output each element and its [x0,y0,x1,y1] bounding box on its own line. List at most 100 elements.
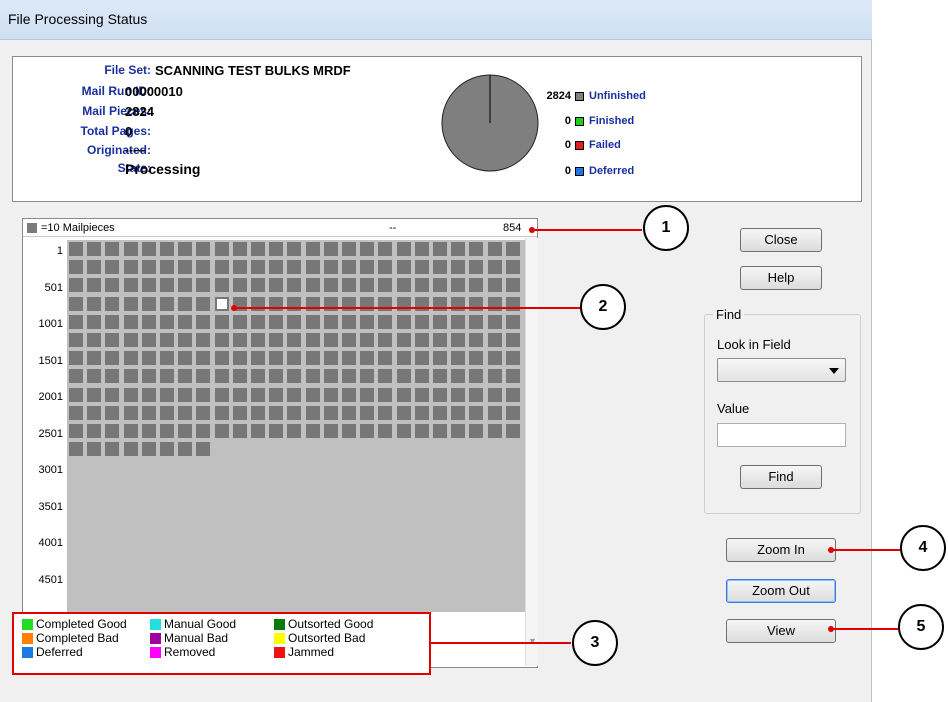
grid-cell[interactable] [69,333,83,347]
grid-cell[interactable] [269,369,284,384]
grid-cell[interactable] [487,260,502,275]
grid-cell[interactable] [469,314,484,329]
grid-cell[interactable] [141,351,156,366]
grid-cell[interactable] [505,333,520,347]
grid-cell[interactable] [505,387,520,402]
grid-cell[interactable] [414,314,429,329]
grid-cell[interactable] [396,405,411,420]
grid-cell[interactable] [105,242,120,256]
grid-cell[interactable] [123,278,138,293]
grid-cell[interactable] [141,424,156,438]
grid-cell[interactable] [469,278,484,293]
grid-cell[interactable] [87,260,102,275]
grid-cell[interactable] [214,278,229,293]
grid-cell[interactable] [487,314,502,329]
grid-cell[interactable] [305,351,320,366]
grid-cell[interactable] [214,314,229,329]
grid-cell[interactable] [232,314,247,329]
grid-cell[interactable] [342,387,356,402]
grid-cell[interactable] [396,424,411,438]
grid-cell[interactable] [105,333,120,347]
grid-cell[interactable] [487,405,502,420]
grid-cell[interactable] [69,369,83,384]
grid-cell[interactable] [160,387,174,402]
grid-cell[interactable] [123,314,138,329]
grid-cell[interactable] [196,278,211,293]
scroll-down-icon[interactable]: ▼ [528,636,537,646]
grid-cell[interactable] [178,260,193,275]
grid-cell[interactable] [123,369,138,384]
grid-cell[interactable] [451,278,466,293]
grid-cell[interactable] [214,260,229,275]
grid-cell[interactable] [323,369,338,384]
grid-cell[interactable] [141,242,156,256]
grid-cell[interactable] [251,242,265,256]
grid-cell[interactable] [160,333,174,347]
grid-cell[interactable] [178,442,193,457]
grid-cell[interactable] [360,333,375,347]
grid-cell[interactable] [196,333,211,347]
view-button[interactable]: View [726,619,836,643]
grid-cell[interactable] [141,369,156,384]
grid-cell[interactable] [123,260,138,275]
grid-cell[interactable] [160,242,174,256]
grid-cell[interactable] [178,314,193,329]
grid-cell[interactable] [505,424,520,438]
grid-cell[interactable] [251,405,265,420]
grid-cell[interactable] [414,333,429,347]
grid-cell[interactable] [123,296,138,311]
grid-cell[interactable] [287,260,302,275]
grid-cell[interactable] [196,296,211,311]
grid-cell[interactable] [378,387,393,402]
grid-cell[interactable] [123,387,138,402]
grid-cell[interactable] [414,369,429,384]
grid-cell[interactable] [396,260,411,275]
grid-cell[interactable] [269,260,284,275]
grid-cell[interactable] [360,278,375,293]
grid-cell[interactable] [378,369,393,384]
grid-cell[interactable] [232,387,247,402]
grid-cell[interactable] [414,242,429,256]
grid-cell[interactable] [269,424,284,438]
grid-cell[interactable] [232,260,247,275]
grid-cell[interactable] [433,369,447,384]
grid-cell[interactable] [269,351,284,366]
grid-cell[interactable] [178,278,193,293]
grid-cell[interactable] [87,333,102,347]
grid-cell[interactable] [487,333,502,347]
grid-cell[interactable] [196,405,211,420]
grid-cell[interactable] [123,333,138,347]
grid-cell[interactable] [396,314,411,329]
grid-cell[interactable] [87,278,102,293]
grid-scrollbar[interactable]: ▼ [525,238,538,666]
help-button[interactable]: Help [740,266,822,290]
grid-cell[interactable] [105,351,120,366]
grid-cell[interactable] [505,405,520,420]
grid-cell[interactable] [505,242,520,256]
grid-cell[interactable] [360,351,375,366]
grid-cell[interactable] [105,442,120,457]
grid-cell[interactable] [305,405,320,420]
grid-cell[interactable] [469,260,484,275]
grid-cell[interactable] [105,424,120,438]
grid-cell[interactable] [269,333,284,347]
grid-cell[interactable] [360,242,375,256]
grid-cell[interactable] [451,369,466,384]
grid-cell[interactable] [305,278,320,293]
grid-cell[interactable] [323,333,338,347]
grid-cell[interactable] [105,405,120,420]
grid-cell[interactable] [87,351,102,366]
grid-cell[interactable] [196,314,211,329]
grid-cell[interactable] [178,351,193,366]
find-button[interactable]: Find [740,465,822,489]
grid-cell[interactable] [87,242,102,256]
grid-cell[interactable] [342,314,356,329]
grid-cell[interactable] [141,405,156,420]
grid-cell[interactable] [505,260,520,275]
grid-cell[interactable] [232,333,247,347]
grid-cell[interactable] [232,351,247,366]
grid-cell[interactable] [69,278,83,293]
grid-cell[interactable] [287,369,302,384]
grid-cell[interactable] [414,405,429,420]
grid-cell[interactable] [123,442,138,457]
